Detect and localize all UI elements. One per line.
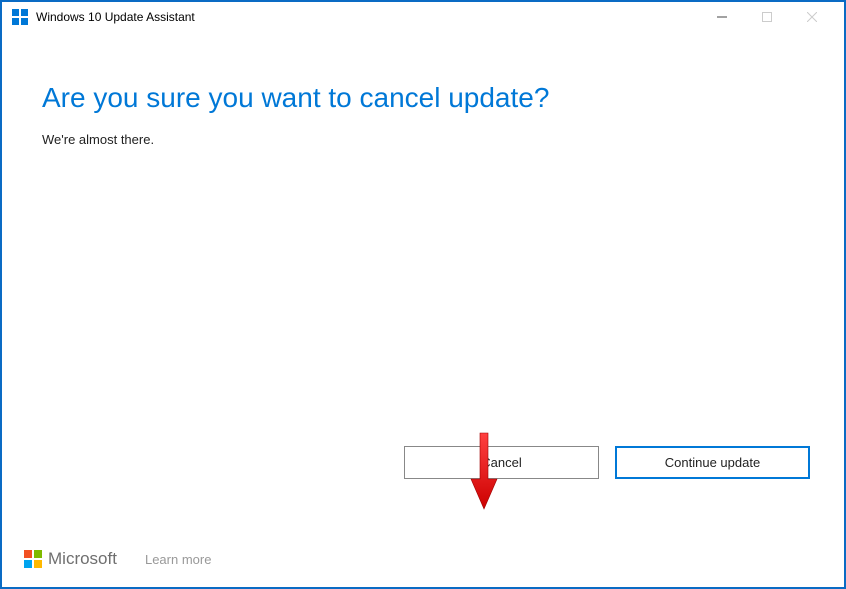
page-heading: Are you sure you want to cancel update? — [42, 82, 804, 114]
minimize-icon — [717, 12, 727, 22]
app-window: Windows 10 Update Assistant Are you sure… — [0, 0, 846, 589]
maximize-button — [744, 2, 789, 32]
titlebar: Windows 10 Update Assistant — [2, 2, 844, 32]
minimize-button[interactable] — [699, 2, 744, 32]
page-subtext: We're almost there. — [42, 132, 804, 147]
continue-update-button[interactable]: Continue update — [615, 446, 810, 479]
cancel-button[interactable]: Cancel — [404, 446, 599, 479]
action-buttons: Cancel Continue update — [404, 446, 810, 479]
microsoft-logo-text: Microsoft — [48, 549, 117, 569]
microsoft-logo-icon — [24, 550, 42, 568]
close-button — [789, 2, 834, 32]
window-controls — [699, 2, 834, 32]
window-title: Windows 10 Update Assistant — [36, 10, 195, 24]
microsoft-logo: Microsoft — [24, 549, 117, 569]
maximize-icon — [762, 12, 772, 22]
close-icon — [807, 12, 817, 22]
cancel-button-label: Cancel — [481, 455, 521, 470]
windows-icon — [12, 9, 28, 25]
content-area: Are you sure you want to cancel update? … — [2, 32, 844, 539]
continue-button-label: Continue update — [665, 455, 760, 470]
footer: Microsoft Learn more — [2, 539, 844, 587]
learn-more-link[interactable]: Learn more — [145, 552, 211, 567]
